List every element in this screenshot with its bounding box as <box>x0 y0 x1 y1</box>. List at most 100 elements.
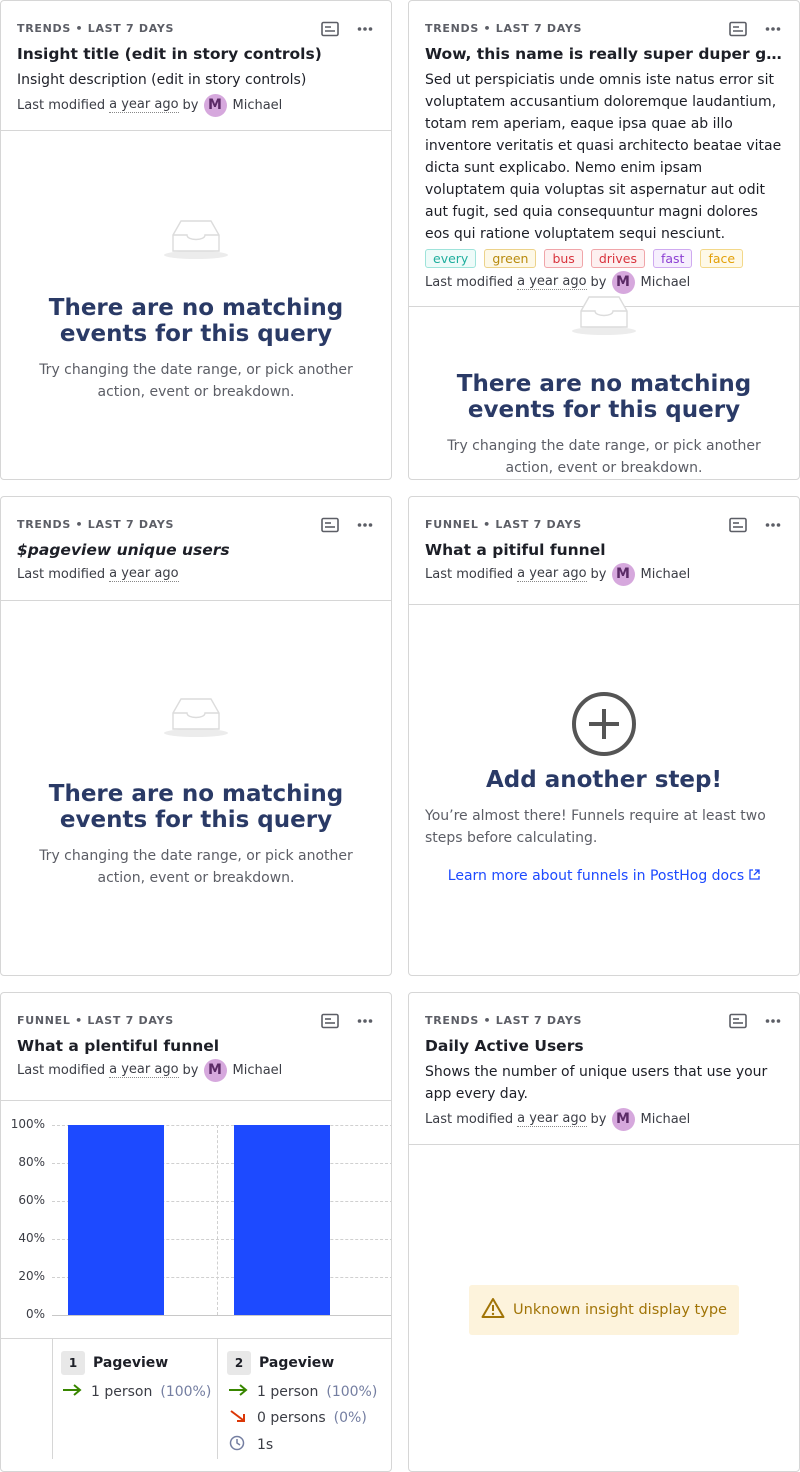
meta-prefix: Last modified <box>17 566 106 582</box>
dropoff-count: 0 persons <box>257 1410 326 1426</box>
card-header: TRENDS • LAST 7 DAYS $pageview unique us… <box>1 497 391 601</box>
plus-circle-icon <box>409 691 799 761</box>
y-tick-label: 100% <box>10 1117 45 1131</box>
last-modified: Last modified a year ago by M Michael <box>425 270 783 294</box>
tag[interactable]: bus <box>544 249 583 268</box>
insight-card-6: TRENDS • LAST 7 DAYS Daily Active Users … <box>408 992 800 1472</box>
y-tick-label: 20% <box>18 1269 45 1283</box>
more-icon[interactable] <box>765 1013 781 1033</box>
avatar: M <box>611 270 635 294</box>
tag[interactable]: green <box>484 249 537 268</box>
meta-ago[interactable]: a year ago <box>517 1111 587 1127</box>
details-icon[interactable] <box>729 517 747 537</box>
y-tick-label: 0% <box>25 1307 45 1321</box>
warning-state: Unknown insight display type <box>409 1145 799 1335</box>
funnel-step-1: 1 Pageview 1 person (100%) <box>61 1351 211 1401</box>
insight-title[interactable]: Insight title (edit in story controls) <box>17 44 375 64</box>
meta-by: by <box>590 1111 607 1127</box>
meta-prefix: Last modified <box>17 1062 106 1078</box>
arrow-right-icon <box>61 1383 83 1401</box>
details-icon[interactable] <box>321 1013 339 1033</box>
details-icon[interactable] <box>321 517 339 537</box>
insight-title[interactable]: Wow, this name is really super duper gin… <box>425 44 783 64</box>
empty-title: There are no matching events for this qu… <box>48 295 344 347</box>
insight-card-4: FUNNEL • LAST 7 DAYS What a pitiful funn… <box>408 496 800 976</box>
more-icon[interactable] <box>357 21 373 41</box>
more-icon[interactable] <box>357 1013 373 1033</box>
step-name[interactable]: Pageview <box>259 1355 334 1371</box>
y-tick-label: 40% <box>18 1231 45 1245</box>
tag[interactable]: fast <box>652 249 693 268</box>
card-header: FUNNEL • LAST 7 DAYS What a pitiful funn… <box>409 497 799 605</box>
empty-state: There are no matching events for this qu… <box>409 293 799 479</box>
tag-list: every green bus drives fast face <box>425 249 783 268</box>
tag[interactable]: drives <box>590 249 645 268</box>
more-icon[interactable] <box>765 517 781 537</box>
empty-inbox-icon <box>1 695 391 743</box>
details-icon[interactable] <box>321 21 339 41</box>
meta-prefix: Last modified <box>425 1111 514 1127</box>
dropoff-percent: (0%) <box>333 1410 367 1426</box>
conversion-count: 1 person <box>91 1384 153 1400</box>
warning-text: Unknown insight display type <box>513 1302 727 1318</box>
avatar: M <box>203 93 227 117</box>
empty-description: Try changing the date range, or pick ano… <box>39 848 353 886</box>
funnel-bar[interactable] <box>234 1125 330 1315</box>
insight-description: Insight description (edit in story contr… <box>17 72 307 88</box>
meta-prefix: Last modified <box>425 566 514 582</box>
empty-description: Try changing the date range, or pick ano… <box>39 362 353 400</box>
last-modified: Last modified a year ago <box>17 562 375 586</box>
last-modified: Last modified a year ago by M Michael <box>17 1058 375 1082</box>
funnels-docs-link[interactable]: Learn more about funnels in PostHog docs <box>448 868 744 884</box>
meta-ago[interactable]: a year ago <box>109 97 179 113</box>
unknown-display-warning: Unknown insight display type <box>469 1285 739 1335</box>
step-number: 2 <box>227 1351 251 1375</box>
last-modified: Last modified a year ago by M Michael <box>17 93 375 117</box>
meta-ago[interactable]: a year ago <box>109 1062 179 1078</box>
meta-ago[interactable]: a year ago <box>517 566 587 582</box>
insight-title[interactable]: What a plentiful funnel <box>17 1036 375 1056</box>
author-name: Michael <box>640 274 691 290</box>
add-step-description: You’re almost there! Funnels require at … <box>425 808 766 846</box>
insight-card-1: TRENDS • LAST 7 DAYS Insight title (edit… <box>0 0 392 480</box>
gridline <box>52 1315 391 1316</box>
meta-by: by <box>590 566 607 582</box>
tag[interactable]: face <box>700 249 744 268</box>
step-name[interactable]: Pageview <box>93 1355 168 1371</box>
empty-title: There are no matching events for this qu… <box>48 781 344 833</box>
avatar: M <box>611 1107 635 1131</box>
meta-ago[interactable]: a year ago <box>517 274 587 290</box>
more-icon[interactable] <box>765 21 781 41</box>
insight-title[interactable]: Daily Active Users <box>425 1036 783 1056</box>
avatar: M <box>203 1058 227 1082</box>
author-name: Michael <box>640 566 691 582</box>
insight-card-2: TRENDS • LAST 7 DAYS Wow, this name is r… <box>408 0 800 480</box>
details-icon[interactable] <box>729 1013 747 1033</box>
funnel-bar[interactable] <box>68 1125 164 1315</box>
clock-icon <box>227 1435 249 1455</box>
insight-title[interactable]: $pageview unique users <box>17 540 375 560</box>
arrow-right-icon <box>227 1383 249 1401</box>
more-icon[interactable] <box>357 517 373 537</box>
avatar: M <box>611 562 635 586</box>
arrow-down-right-icon <box>227 1409 249 1427</box>
external-link-icon <box>749 865 760 884</box>
details-icon[interactable] <box>729 21 747 41</box>
author-name: Michael <box>232 97 283 113</box>
empty-description: Try changing the date range, or pick ano… <box>447 438 761 476</box>
insight-card-5: FUNNEL • LAST 7 DAYS What a plentiful fu… <box>0 992 392 1472</box>
conversion-time: 1s <box>257 1437 274 1453</box>
meta-by: by <box>182 1062 199 1078</box>
insight-description: Shows the number of unique users that us… <box>425 1064 768 1102</box>
tag[interactable]: every <box>425 249 477 268</box>
last-modified: Last modified a year ago by M Michael <box>425 1107 783 1131</box>
meta-ago[interactable]: a year ago <box>109 566 179 582</box>
step-number: 1 <box>61 1351 85 1375</box>
insight-title[interactable]: What a pitiful funnel <box>425 540 783 560</box>
author-name: Michael <box>232 1062 283 1078</box>
y-tick-label: 80% <box>18 1155 45 1169</box>
conversion-percent: (100%) <box>326 1384 378 1400</box>
empty-state: There are no matching events for this qu… <box>1 601 391 889</box>
card-header: TRENDS • LAST 7 DAYS Insight title (edit… <box>1 1 391 131</box>
meta-by: by <box>182 97 199 113</box>
